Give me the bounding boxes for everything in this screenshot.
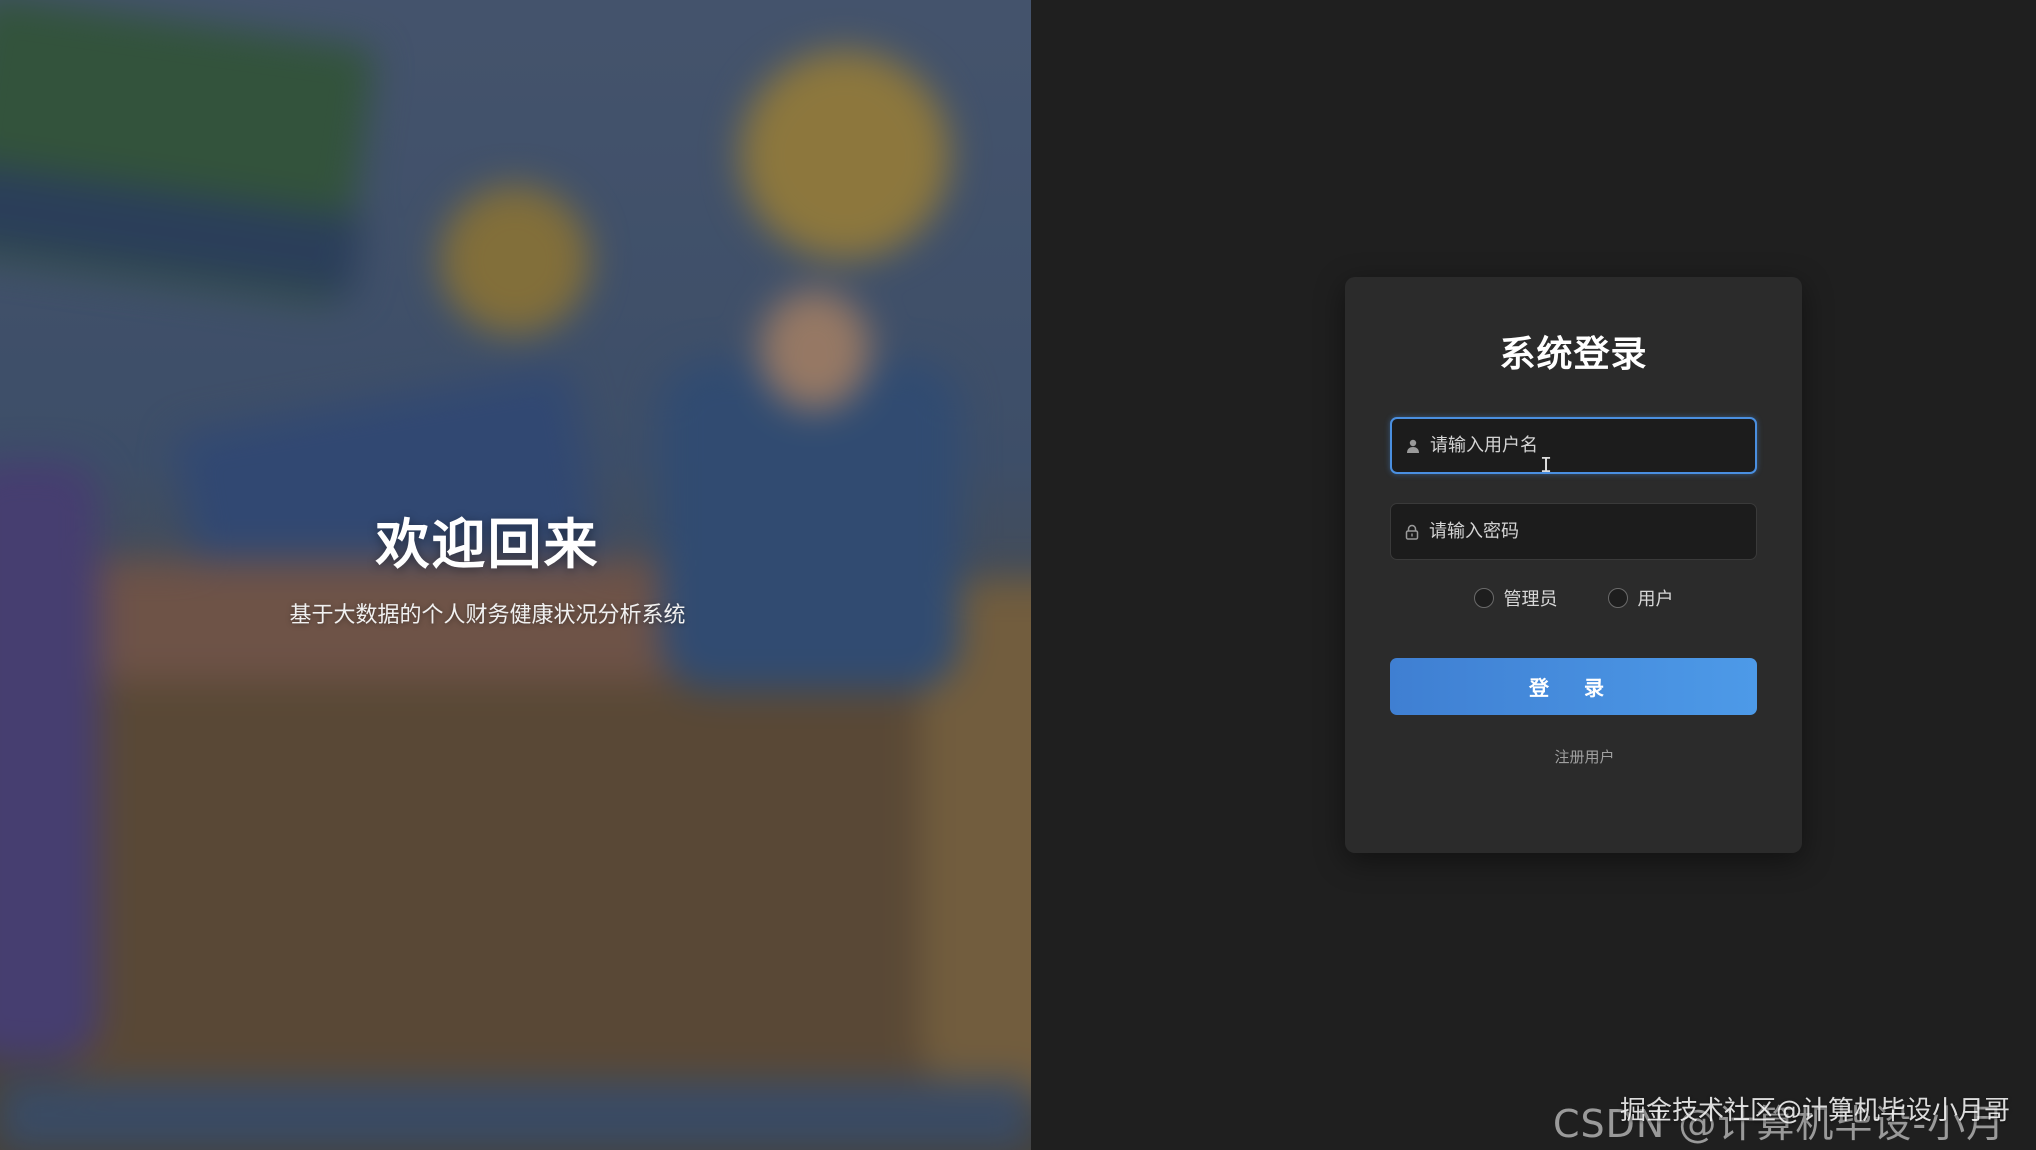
password-input[interactable]: [1429, 504, 1756, 559]
user-icon: [1404, 437, 1422, 455]
login-button[interactable]: 登 录: [1390, 658, 1757, 715]
lock-icon: [1403, 523, 1421, 541]
hero-subtitle: 基于大数据的个人财务健康状况分析系统: [289, 603, 686, 628]
text-cursor-icon: I: [1540, 453, 1553, 477]
juejin-watermark: 掘金技术社区@计算机毕设小月哥: [1620, 1096, 2011, 1126]
login-card: 系统登录 I 管理员 用户 登 录 注册: [1345, 277, 1802, 853]
hero-panel: 欢迎回来 基于大数据的个人财务健康状况分析系统: [0, 0, 1031, 1150]
username-input[interactable]: [1430, 419, 1755, 472]
role-label-admin: 管理员: [1503, 589, 1558, 610]
login-title: 系统登录: [1499, 334, 1648, 375]
role-selector: 管理员 用户: [1345, 585, 1802, 611]
password-field[interactable]: [1390, 503, 1757, 560]
radio-admin[interactable]: [1473, 588, 1494, 608]
role-option-user[interactable]: 用户: [1607, 585, 1674, 611]
role-option-admin[interactable]: 管理员: [1473, 585, 1558, 611]
radio-user[interactable]: [1607, 588, 1628, 608]
username-field[interactable]: I: [1390, 417, 1757, 477]
register-link[interactable]: 注册用户: [1345, 746, 1802, 767]
hero-title: 欢迎回来: [375, 513, 600, 576]
role-label-user: 用户: [1637, 589, 1674, 610]
